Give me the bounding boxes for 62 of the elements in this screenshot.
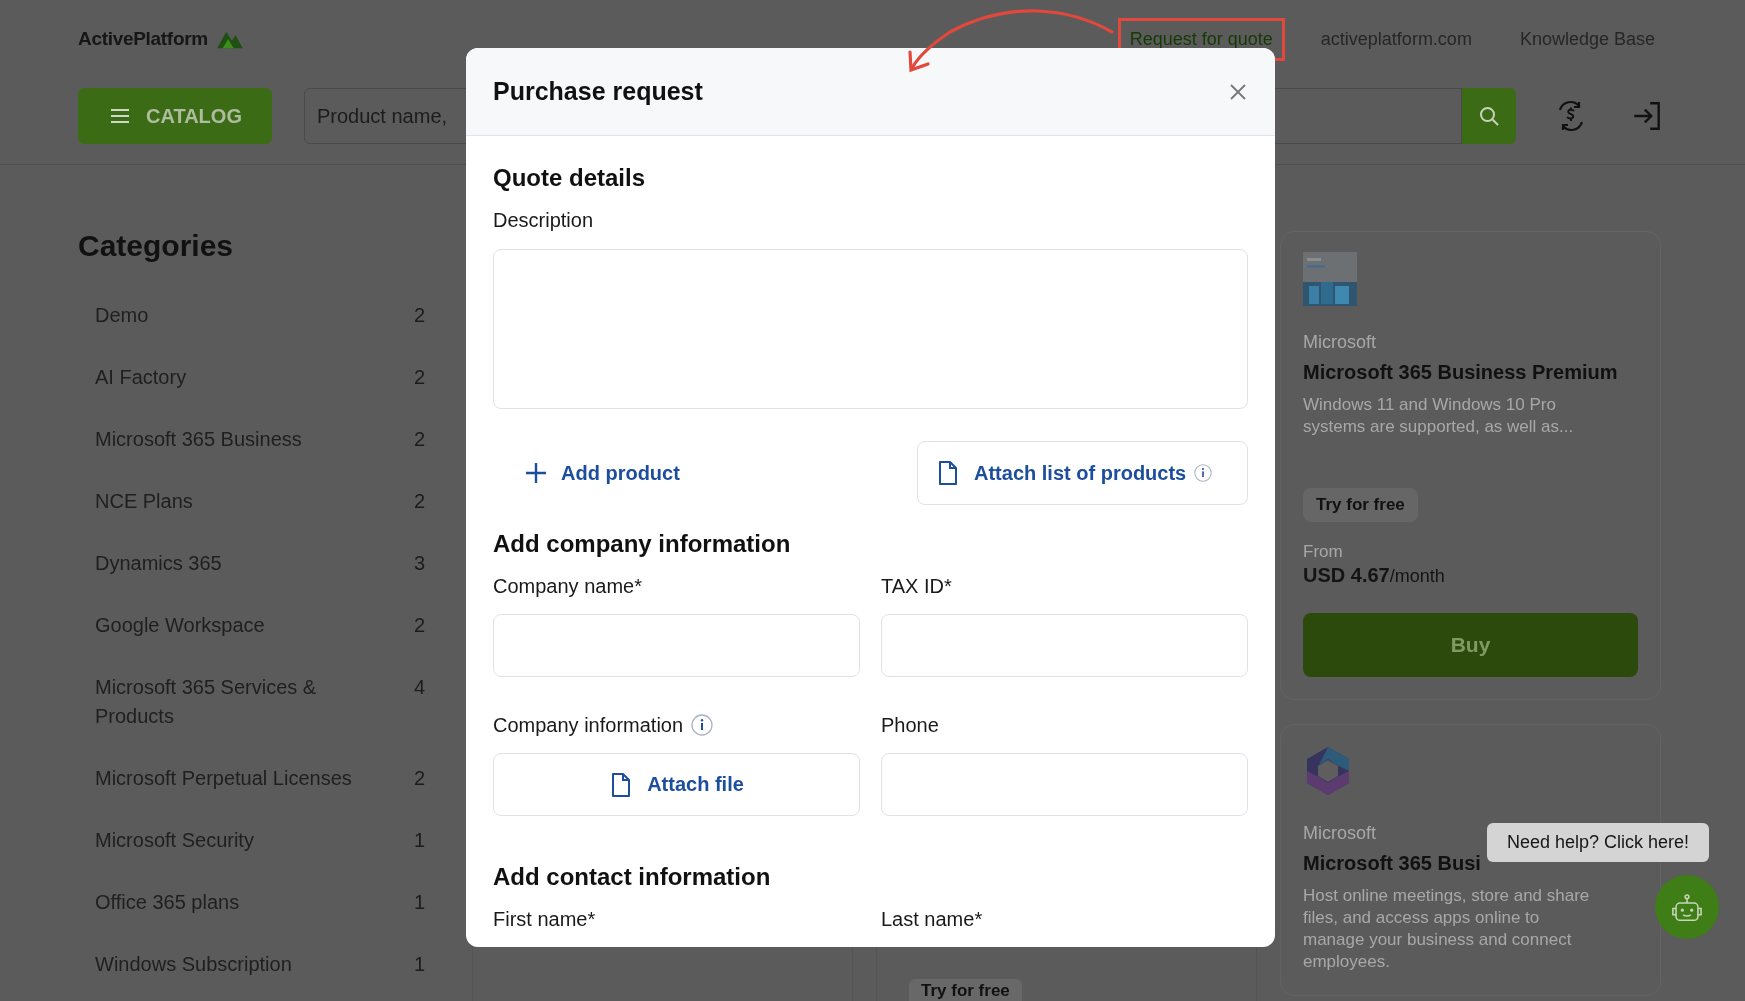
category-link[interactable]: AI Factory <box>95 363 187 392</box>
file-icon <box>936 460 960 486</box>
product-price: USD 4.67/month <box>1303 564 1445 587</box>
category-link[interactable]: Dynamics 365 <box>95 549 222 578</box>
catalog-button[interactable]: CATALOG <box>78 88 272 144</box>
text-field[interactable] <box>493 614 860 677</box>
field-label: Company name* <box>493 574 642 599</box>
category-count: 2 <box>413 613 425 638</box>
category-count: 4 <box>413 675 425 700</box>
text-field[interactable] <box>881 614 1248 677</box>
product-vendor: Microsoft <box>1303 332 1376 353</box>
product-description: Host online meetings, store and share files, and access apps online to manage your business and connect employees. <box>1303 885 1591 973</box>
dialog-title: Purchase request <box>493 77 703 106</box>
category-link[interactable]: NCE Plans <box>95 487 193 516</box>
category-count: 1 <box>413 828 425 853</box>
field-label: Company information <box>493 713 684 738</box>
section-heading: Add company information <box>493 529 792 559</box>
search-button[interactable] <box>1462 88 1516 144</box>
category-link[interactable]: Microsoft Perpetual Licenses <box>95 764 352 793</box>
category-count: 1 <box>413 952 425 977</box>
plus-icon <box>525 462 547 484</box>
product-vendor: Microsoft <box>1303 823 1376 844</box>
field-label: TAX ID* <box>881 574 952 599</box>
logo-text[interactable]: ActivePlatform <box>78 28 208 50</box>
section-heading: Quote details <box>493 163 647 193</box>
category-count: 1 <box>413 890 425 915</box>
field-label: First name* <box>493 907 596 932</box>
info-icon[interactable] <box>1194 464 1213 482</box>
category-link[interactable]: Windows Subscription <box>95 950 292 979</box>
category-count: 2 <box>413 427 425 452</box>
product-title[interactable]: Microsoft 365 Business Premium <box>1303 361 1618 384</box>
sidebar-title: Categories <box>78 229 235 263</box>
category-link[interactable]: Microsoft 365 Business <box>95 425 302 454</box>
try-for-free-button[interactable]: Try for free <box>1303 488 1418 522</box>
help-tooltip[interactable]: Need help? Click here! <box>1487 823 1710 862</box>
section-heading: Add contact information <box>493 862 772 892</box>
search-icon <box>1477 104 1501 128</box>
category-count: 2 <box>413 365 425 390</box>
category-link[interactable]: Demo <box>95 301 149 330</box>
text-field[interactable] <box>881 753 1248 816</box>
category-link[interactable]: Microsoft 365 Services & Products <box>95 673 365 731</box>
product-title[interactable]: Microsoft 365 Busi <box>1303 852 1481 875</box>
close-icon[interactable] <box>1228 81 1248 102</box>
buy-button[interactable]: Buy <box>1303 613 1638 677</box>
attach-list-button[interactable]: Attach list of products <box>917 441 1248 505</box>
attach-file-button[interactable]: Attach file <box>493 753 860 816</box>
product-description: Windows 11 and Windows 10 Pro systems are supported, as well as... <box>1303 394 1575 438</box>
field-label: Description <box>493 208 595 233</box>
field-label: Phone <box>881 713 939 738</box>
description-field[interactable] <box>493 249 1248 409</box>
category-link[interactable]: Google Workspace <box>95 611 265 640</box>
price-prefix: From <box>1303 542 1343 562</box>
try-for-free-button[interactable]: Try for free <box>909 979 1022 1001</box>
field-label: Last name* <box>881 907 983 932</box>
category-count: 2 <box>413 766 425 791</box>
info-icon[interactable] <box>691 714 714 736</box>
category-count: 2 <box>413 489 425 514</box>
category-count: 2 <box>413 303 425 328</box>
category-link[interactable]: Microsoft Security <box>95 826 254 855</box>
category-link[interactable]: Office 365 plans <box>95 888 240 917</box>
add-product-button[interactable]: Add product <box>493 461 680 485</box>
category-count: 3 <box>413 551 425 576</box>
